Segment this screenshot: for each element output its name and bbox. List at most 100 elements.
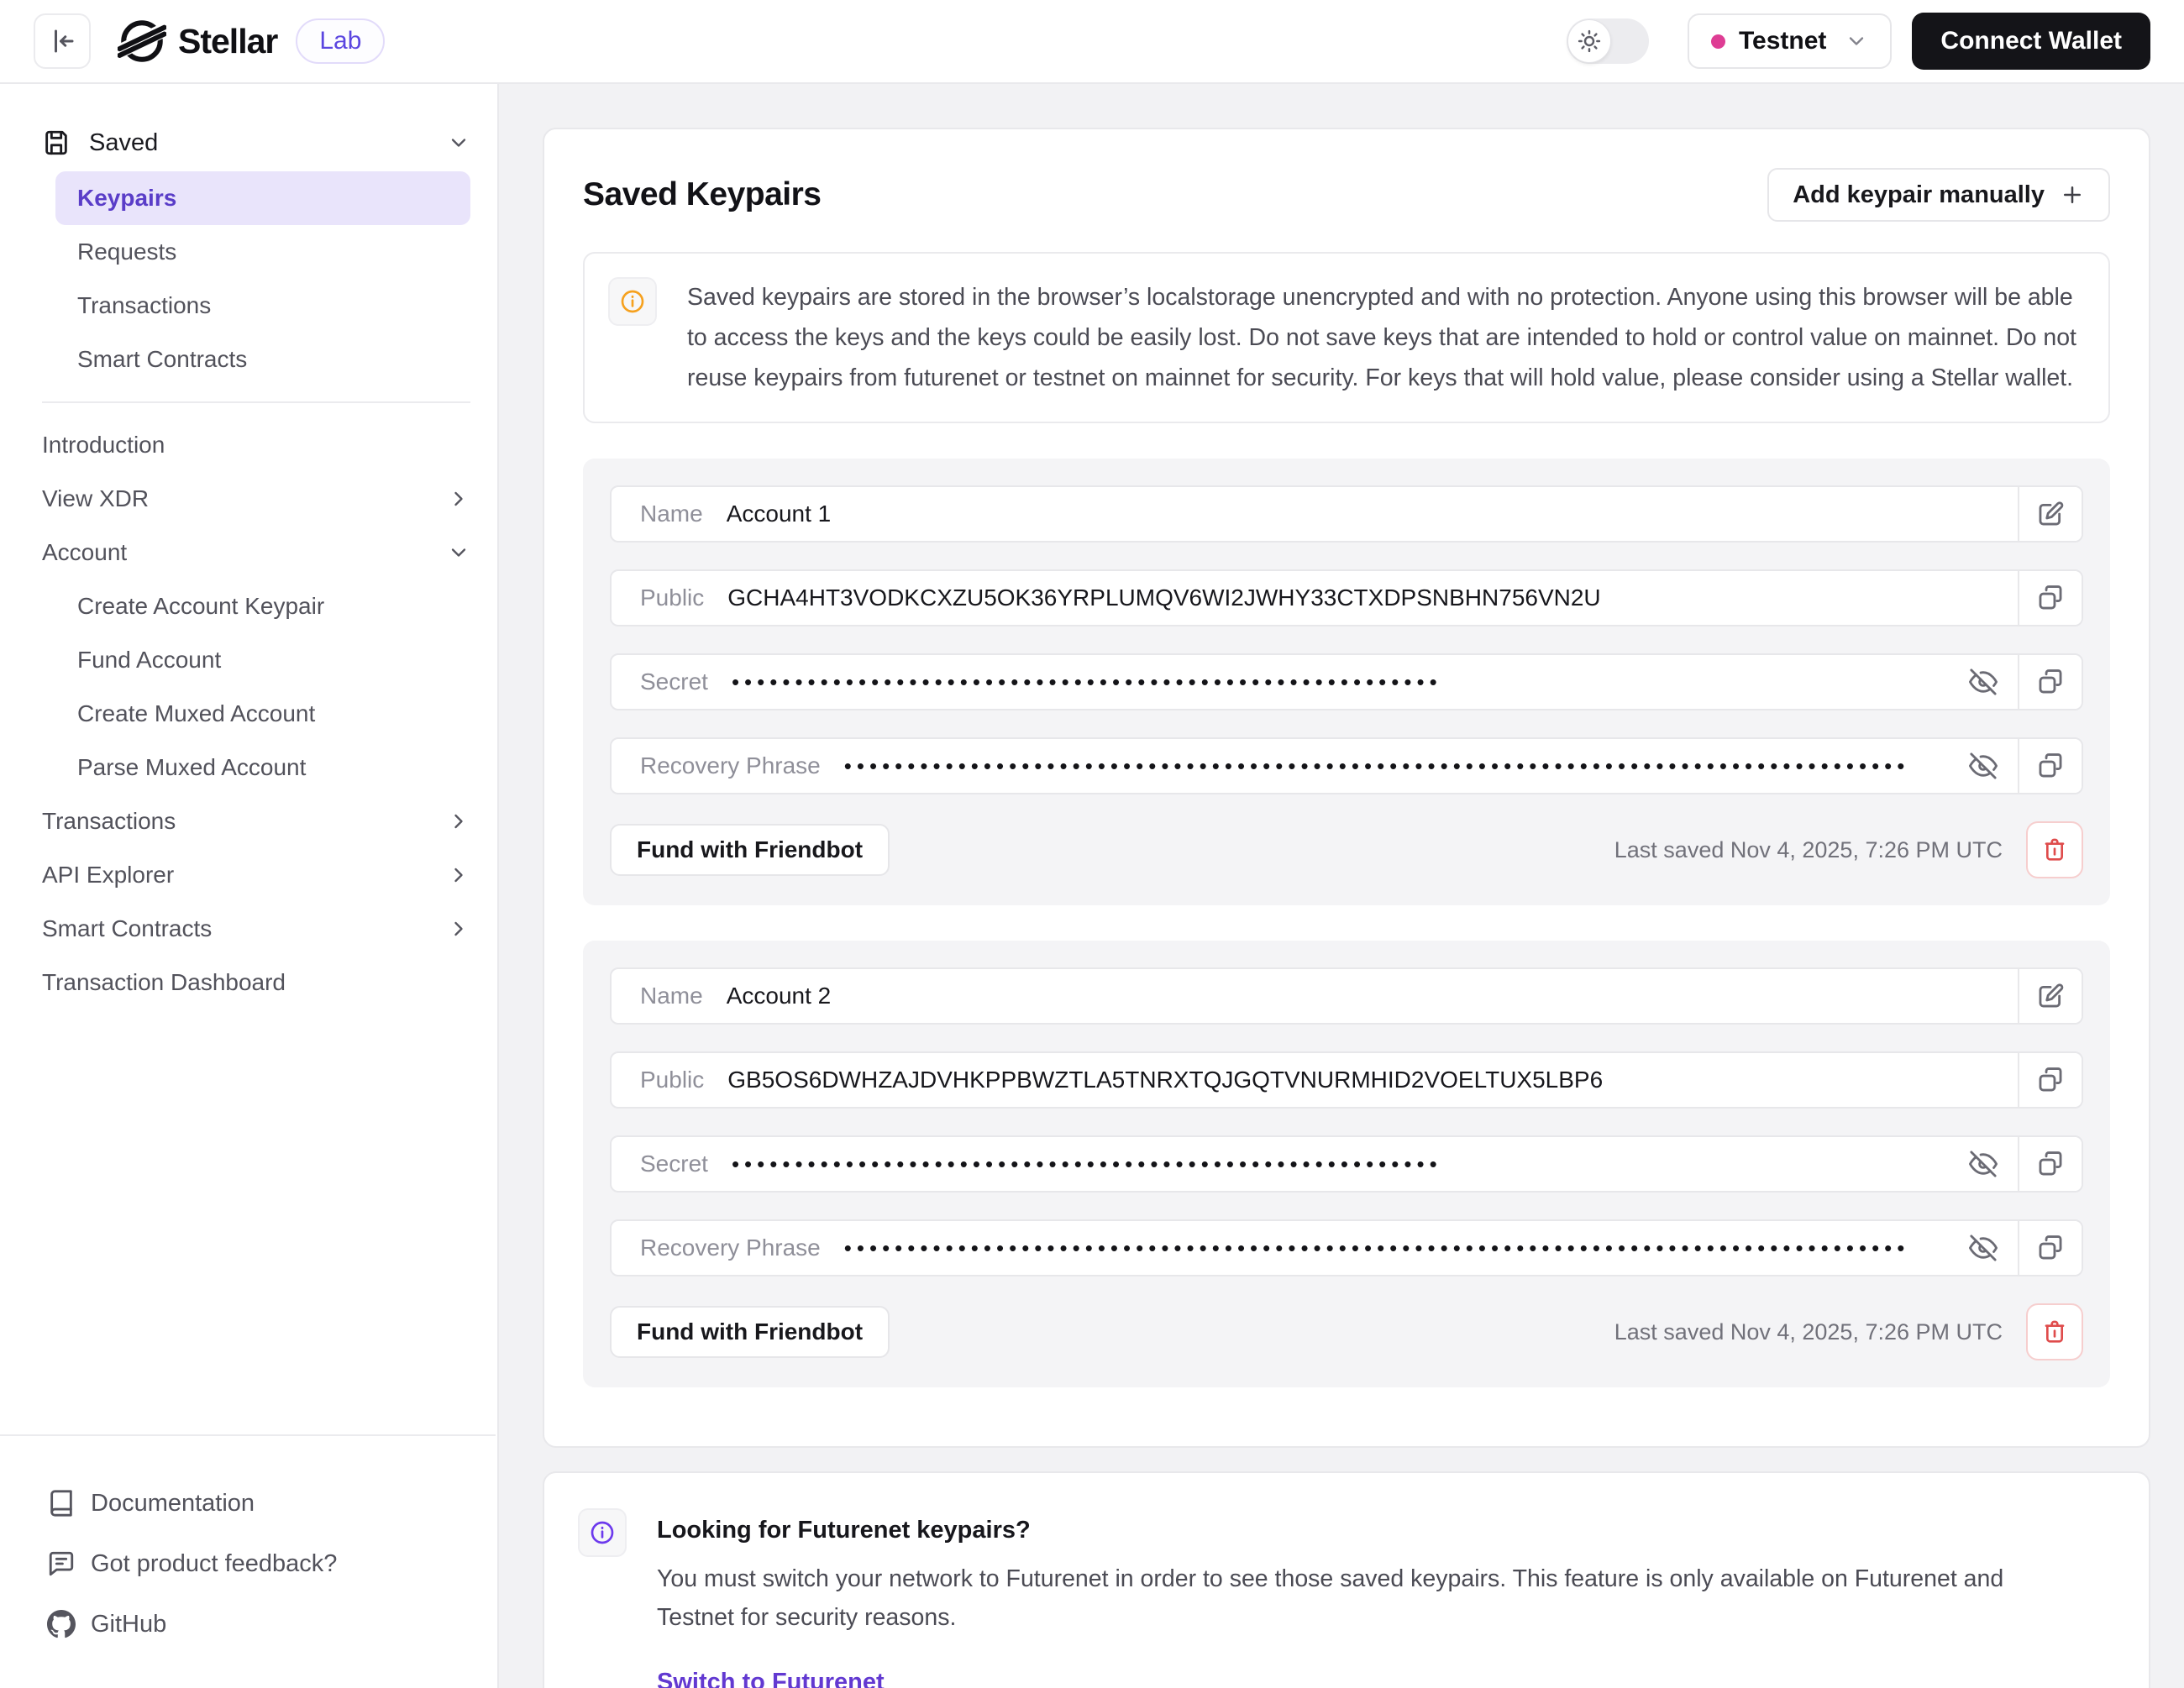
lab-badge: Lab — [296, 18, 385, 64]
sidebar-link-feedback[interactable]: Got product feedback? — [47, 1533, 469, 1594]
storage-warning-banner: Saved keypairs are stored in the browser… — [583, 252, 2110, 423]
trash-icon — [2041, 836, 2068, 863]
sidebar-item-keypairs[interactable]: Keypairs — [55, 171, 470, 225]
copy-public-key-button[interactable] — [2018, 571, 2082, 625]
sidebar-item-fund-account[interactable]: Fund Account — [55, 633, 470, 687]
top-bar-actions: Testnet Connect Wallet — [1567, 13, 2150, 70]
recovery-phrase-label: Recovery Phrase — [640, 1235, 821, 1261]
sidebar-item-smart-contracts[interactable]: Smart Contracts — [42, 902, 470, 956]
info-icon — [608, 277, 657, 326]
panel-header: Saved Keypairs Add keypair manually — [583, 168, 2110, 222]
trash-icon — [2041, 1318, 2068, 1345]
github-icon — [47, 1610, 76, 1638]
name-field-row: Name Account 1 — [610, 485, 2083, 543]
stellar-logo[interactable]: Stellar — [118, 17, 277, 66]
sidebar-nav: Saved Keypairs Requests Transactions Sma… — [0, 84, 497, 1009]
keypair-card: Name Account 1 Public GCHA4HT3VODKCXZU5O… — [583, 459, 2110, 905]
network-status-dot — [1711, 34, 1725, 49]
reveal-recovery-phrase-button[interactable] — [1969, 1234, 1998, 1262]
copy-secret-key-button[interactable] — [2018, 1137, 2082, 1191]
eye-off-icon — [1969, 1234, 1998, 1262]
copy-recovery-phrase-button[interactable] — [2018, 739, 2082, 793]
sidebar-link-label: GitHub — [91, 1611, 166, 1638]
reveal-recovery-phrase-button[interactable] — [1969, 752, 1998, 780]
stellar-logo-icon — [118, 17, 166, 66]
edit-name-button[interactable] — [2018, 969, 2082, 1023]
fund-with-friendbot-button[interactable]: Fund with Friendbot — [610, 824, 890, 876]
plus-icon — [2060, 182, 2085, 207]
copy-icon — [2036, 752, 2065, 780]
public-key-value: GB5OS6DWHZAJDVHKPPBWZTLA5TNRXTQJGQTVNURM… — [727, 1067, 1603, 1093]
saved-keypairs-panel: Saved Keypairs Add keypair manually Save… — [543, 128, 2150, 1448]
copy-icon — [2036, 1150, 2065, 1178]
sidebar-item-api-explorer[interactable]: API Explorer — [42, 848, 470, 902]
sidebar-item-label: Smart Contracts — [42, 915, 212, 942]
delete-keypair-button[interactable] — [2026, 821, 2083, 878]
public-key-field-row: Public GCHA4HT3VODKCXZU5OK36YRPLUMQV6WI2… — [610, 569, 2083, 626]
collapse-sidebar-button[interactable] — [34, 13, 91, 69]
copy-secret-key-button[interactable] — [2018, 655, 2082, 709]
futurenet-info-title: Looking for Futurenet keypairs? — [657, 1508, 2034, 1544]
chevron-down-icon — [447, 541, 470, 564]
secret-key-masked-value: ••••••••••••••••••••••••••••••••••••••••… — [732, 1151, 1442, 1177]
chevron-right-icon — [447, 487, 470, 511]
recovery-phrase-masked-value: ••••••••••••••••••••••••••••••••••••••••… — [844, 753, 1910, 779]
sidebar-link-documentation[interactable]: Documentation — [47, 1473, 469, 1533]
recovery-phrase-masked-value: ••••••••••••••••••••••••••••••••••••••••… — [844, 1235, 1910, 1261]
connect-wallet-button[interactable]: Connect Wallet — [1912, 13, 2150, 70]
reveal-secret-button[interactable] — [1969, 668, 1998, 696]
sidebar-item-transactions[interactable]: Transactions — [42, 794, 470, 848]
chevron-right-icon — [447, 917, 470, 941]
public-key-label: Public — [640, 1067, 704, 1093]
sidebar-item-label: View XDR — [42, 485, 149, 512]
sidebar-footer: Documentation Got product feedback? GitH… — [0, 1434, 496, 1688]
sidebar-item-view-xdr[interactable]: View XDR — [42, 472, 470, 526]
last-saved-timestamp: Last saved Nov 4, 2025, 7:26 PM UTC — [1614, 1319, 2003, 1345]
feedback-bubble-icon — [47, 1549, 76, 1578]
sidebar-item-account[interactable]: Account — [42, 526, 470, 579]
chevron-down-icon — [447, 131, 470, 155]
chevron-down-icon — [1845, 29, 1868, 53]
keypair-card-footer: Fund with Friendbot Last saved Nov 4, 20… — [610, 821, 2083, 878]
delete-keypair-button[interactable] — [2026, 1303, 2083, 1360]
edit-name-button[interactable] — [2018, 487, 2082, 541]
sidebar-link-github[interactable]: GitHub — [47, 1594, 469, 1654]
add-keypair-label: Add keypair manually — [1793, 181, 2045, 209]
chevron-right-icon — [447, 863, 470, 887]
book-icon — [47, 1489, 76, 1518]
copy-recovery-phrase-button[interactable] — [2018, 1221, 2082, 1275]
copy-public-key-button[interactable] — [2018, 1053, 2082, 1107]
sidebar-divider — [42, 401, 470, 403]
switch-to-futurenet-link[interactable]: Switch to Futurenet — [657, 1669, 885, 1688]
theme-toggle[interactable] — [1567, 18, 1649, 64]
collapse-sidebar-icon — [47, 26, 77, 56]
name-value: Account 1 — [727, 501, 832, 527]
sidebar-item-saved-smart-contracts[interactable]: Smart Contracts — [55, 333, 470, 386]
keypair-card-footer: Fund with Friendbot Last saved Nov 4, 20… — [610, 1303, 2083, 1360]
public-key-value: GCHA4HT3VODKCXZU5OK36YRPLUMQV6WI2JWHY33C… — [727, 585, 1600, 611]
name-value: Account 2 — [727, 983, 832, 1009]
fund-with-friendbot-button[interactable]: Fund with Friendbot — [610, 1306, 890, 1358]
eye-off-icon — [1969, 668, 1998, 696]
edit-icon — [2036, 982, 2065, 1010]
network-select[interactable]: Testnet — [1688, 13, 1892, 69]
sidebar-item-label: Transactions — [42, 808, 176, 835]
save-icon — [42, 128, 71, 157]
sidebar-item-introduction[interactable]: Introduction — [42, 418, 470, 472]
sidebar-group-saved[interactable]: Saved — [42, 114, 470, 171]
reveal-secret-button[interactable] — [1969, 1150, 1998, 1178]
sidebar-item-create-account-keypair[interactable]: Create Account Keypair — [55, 579, 470, 633]
sidebar-item-saved-transactions[interactable]: Transactions — [55, 279, 470, 333]
sidebar-item-create-muxed-account[interactable]: Create Muxed Account — [55, 687, 470, 741]
theme-toggle-knob — [1567, 19, 1611, 63]
add-keypair-button[interactable]: Add keypair manually — [1767, 168, 2110, 222]
copy-icon — [2036, 1066, 2065, 1094]
sidebar-item-label: Transaction Dashboard — [42, 969, 286, 996]
top-bar: Stellar Lab Testnet Connect Wallet — [0, 0, 2184, 84]
sidebar-item-parse-muxed-account[interactable]: Parse Muxed Account — [55, 741, 470, 794]
main-content: Saved Keypairs Add keypair manually Save… — [499, 84, 2184, 1688]
sidebar-item-requests[interactable]: Requests — [55, 225, 470, 279]
sidebar-item-transaction-dashboard[interactable]: Transaction Dashboard — [42, 956, 470, 1009]
secret-key-field-row: Secret •••••••••••••••••••••••••••••••••… — [610, 653, 2083, 710]
name-label: Name — [640, 983, 703, 1009]
